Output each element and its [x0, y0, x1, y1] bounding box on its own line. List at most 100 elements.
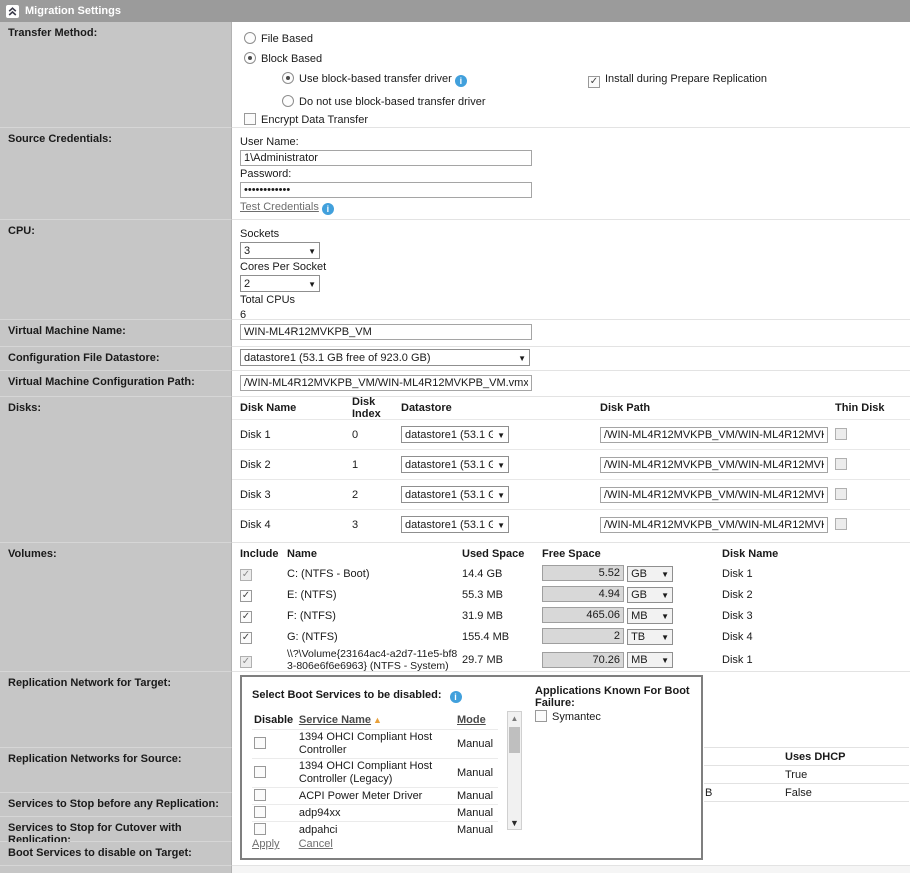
service-name: 1394 OHCI Compliant Host Controller: [299, 731, 457, 757]
service-row: 1394 OHCI Compliant Host Controller (Leg…: [252, 758, 498, 787]
config-path-input[interactable]: [240, 375, 532, 391]
disable-checkbox[interactable]: [254, 823, 266, 835]
apply-link[interactable]: Apply: [252, 838, 280, 850]
include-checkbox[interactable]: [240, 632, 252, 644]
info-icon[interactable]: [322, 203, 334, 215]
service-mode: Manual: [457, 790, 498, 803]
include-checkbox[interactable]: [240, 611, 252, 623]
free-space-unit-select[interactable]: GB: [627, 587, 673, 603]
scroll-down-icon[interactable]: ▼: [508, 818, 521, 828]
volume-used: 55.3 MB: [462, 589, 542, 601]
disk-datastore-select[interactable]: datastore1 (53.1 GE: [401, 456, 509, 473]
volumes-header-disk: Disk Name: [722, 548, 910, 560]
use-driver-radio[interactable]: [282, 72, 294, 84]
free-space-unit-select[interactable]: TB: [627, 629, 673, 645]
config-datastore-select[interactable]: datastore1 (53.1 GB free of 923.0 GB): [240, 349, 530, 366]
info-icon[interactable]: [450, 691, 462, 703]
disable-checkbox[interactable]: [254, 789, 266, 801]
info-icon[interactable]: [455, 75, 467, 87]
boot-services-disable-label: Boot Services to disable on Target:: [0, 842, 232, 866]
sockets-select[interactable]: 3: [240, 242, 320, 259]
vm-name-label: Virtual Machine Name:: [0, 320, 232, 347]
disk-datastore-select[interactable]: datastore1 (53.1 GE: [401, 426, 509, 443]
password-input[interactable]: [240, 182, 532, 198]
username-label: User Name:: [240, 136, 910, 148]
include-checkbox[interactable]: [240, 590, 252, 602]
disk-path-input[interactable]: [600, 517, 828, 533]
volume-used: 155.4 MB: [462, 631, 542, 643]
disable-checkbox[interactable]: [254, 737, 266, 749]
free-space-unit-select[interactable]: MB: [627, 608, 673, 624]
free-space-unit-select[interactable]: GB: [627, 566, 673, 582]
service-name-sort-link[interactable]: Service Name: [299, 714, 371, 726]
source-credentials-row: Source Credentials: User Name: Password:…: [0, 128, 910, 220]
total-cpus-label: Total CPUs: [240, 294, 910, 306]
disable-checkbox[interactable]: [254, 766, 266, 778]
scrollbar-thumb[interactable]: [509, 727, 520, 753]
chevron-down-icon: [493, 519, 505, 531]
no-driver-radio[interactable]: [282, 95, 294, 107]
config-path-row: Virtual Machine Configuration Path:: [0, 371, 910, 397]
mode-sort-link[interactable]: Mode: [457, 714, 486, 726]
network-row: True: [703, 766, 909, 784]
disks-header-thin: Thin Disk: [835, 402, 910, 414]
block-based-radio[interactable]: [244, 52, 256, 64]
source-networks-table: Uses DHCP True BFalse: [703, 747, 909, 802]
disk-datastore-select[interactable]: datastore1 (53.1 GE: [401, 486, 509, 503]
volume-disk: Disk 3: [722, 610, 910, 622]
panel-title: Migration Settings: [25, 5, 121, 17]
volume-disk: Disk 4: [722, 631, 910, 643]
volume-row: C: (NTFS - Boot) 14.4 GB GB Disk 1: [232, 563, 910, 584]
cancel-link[interactable]: Cancel: [299, 838, 333, 850]
volumes-header-include: Include: [232, 548, 287, 560]
bottom-strip: [0, 866, 910, 873]
disk-datastore-select[interactable]: datastore1 (53.1 GE: [401, 516, 509, 533]
free-space-input: [542, 586, 624, 602]
disk-path-input[interactable]: [600, 427, 828, 443]
use-driver-label: Use block-based transfer driver: [299, 73, 452, 85]
install-prepare-checkbox[interactable]: [588, 76, 600, 88]
free-space-unit-select[interactable]: MB: [627, 652, 673, 668]
disk-index: 1: [352, 459, 401, 471]
test-credentials-link[interactable]: Test Credentials: [240, 201, 319, 213]
volume-row: G: (NTFS) 155.4 MB TB Disk 4: [232, 626, 910, 647]
chevron-down-icon: [514, 352, 526, 364]
disks-header-datastore: Datastore: [401, 402, 600, 414]
disable-checkbox[interactable]: [254, 806, 266, 818]
config-datastore-label: Configuration File Datastore:: [0, 347, 232, 371]
username-input[interactable]: [240, 150, 532, 166]
service-mode: Manual: [457, 738, 498, 751]
disk-path-input[interactable]: [600, 457, 828, 473]
cores-select[interactable]: 2: [240, 275, 320, 292]
volumes-label: Volumes:: [0, 543, 232, 672]
file-based-radio[interactable]: [244, 32, 256, 44]
sort-asc-icon: [371, 714, 382, 726]
vm-name-input[interactable]: [240, 324, 532, 340]
volume-disk: Disk 1: [722, 654, 910, 666]
disk-path-input[interactable]: [600, 487, 828, 503]
chevron-down-icon: [657, 631, 669, 643]
free-space-input: [542, 652, 624, 668]
volume-name: C: (NTFS - Boot): [287, 568, 462, 580]
services-scrollbar[interactable]: ▲ ▼: [507, 711, 522, 830]
service-row: 1394 OHCI Compliant Host Controller Manu…: [252, 729, 498, 758]
service-mode: Manual: [457, 807, 498, 820]
thin-disk-checkbox: [835, 488, 847, 500]
disk-row: Disk 4 3 datastore1 (53.1 GE: [232, 509, 910, 539]
service-mode: Manual: [457, 824, 498, 837]
repl-net-source-label: Replication Networks for Source:: [0, 748, 232, 793]
disk-name: Disk 1: [232, 429, 352, 441]
disks-label: Disks:: [0, 397, 232, 543]
disks-header: Disk Name Disk Index Datastore Disk Path…: [232, 397, 910, 419]
repl-net-target-label: Replication Network for Target:: [0, 672, 232, 748]
volume-name: \\?\Volume{23164ac4-a2d7-11e5-bf83-806e6…: [287, 648, 462, 672]
disk-name: Disk 4: [232, 519, 352, 531]
symantec-checkbox[interactable]: [535, 710, 547, 722]
volume-disk: Disk 1: [722, 568, 910, 580]
scroll-up-icon[interactable]: ▲: [508, 714, 521, 723]
collapse-icon[interactable]: [6, 5, 19, 18]
apps-boot-failure-title: Applications Known For Boot Failure:: [535, 685, 701, 709]
encrypt-checkbox[interactable]: [244, 113, 256, 125]
uses-dhcp-value: False: [785, 787, 812, 799]
volumes-row: Volumes: Include Name Used Space Free Sp…: [0, 543, 910, 672]
